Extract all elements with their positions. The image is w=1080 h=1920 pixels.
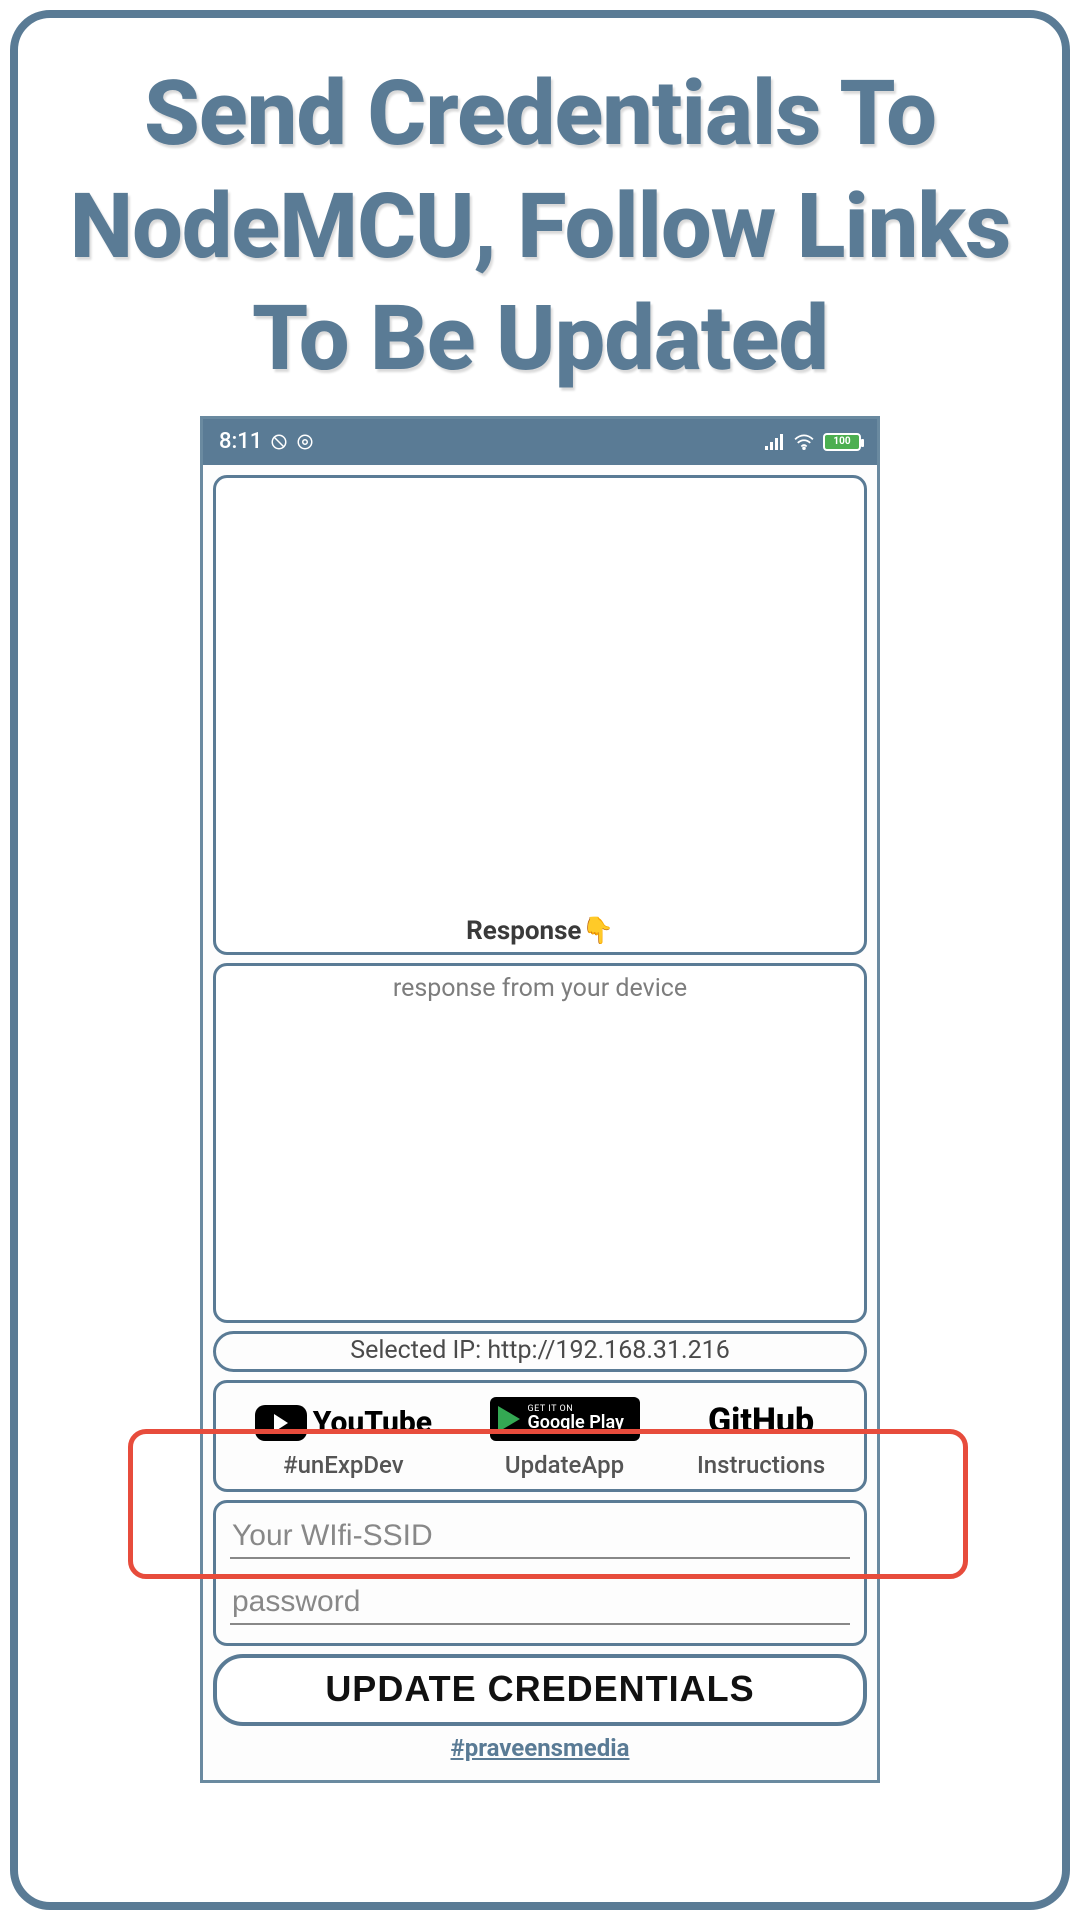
response-panel: response from your device bbox=[213, 963, 867, 1323]
response-placeholder-text: response from your device bbox=[224, 974, 856, 1003]
google-play-brand: Google Play bbox=[528, 1414, 624, 1432]
youtube-brand-text: YouTube bbox=[313, 1405, 432, 1440]
links-panel: YouTube #unExpDev GET IT ON Google Play … bbox=[213, 1380, 867, 1492]
phone-mockup: 8:11 100 Response bbox=[200, 416, 880, 1783]
google-play-link[interactable]: GET IT ON Google Play UpdateApp bbox=[490, 1397, 640, 1479]
youtube-link[interactable]: YouTube #unExpDev bbox=[255, 1405, 432, 1479]
wifi-password-input[interactable] bbox=[230, 1581, 850, 1625]
update-credentials-button[interactable]: UPDATE CREDENTIALS bbox=[213, 1654, 867, 1726]
footer-handle-link[interactable]: #praveensmedia bbox=[213, 1734, 867, 1770]
github-caption: Instructions bbox=[697, 1451, 825, 1479]
status-bar: 8:11 100 bbox=[203, 419, 877, 465]
youtube-caption: #unExpDev bbox=[283, 1451, 404, 1479]
point-down-icon: 👇 bbox=[581, 916, 613, 946]
wifi-icon bbox=[793, 434, 815, 450]
main-panel: Response👇 bbox=[213, 475, 867, 955]
phone-body: Response👇 response from your device Sele… bbox=[203, 465, 877, 1780]
signal-icon bbox=[765, 434, 785, 450]
google-play-caption: UpdateApp bbox=[505, 1451, 624, 1479]
alarm-icon bbox=[270, 433, 288, 451]
battery-icon: 100 bbox=[823, 433, 861, 451]
github-link[interactable]: GitHub Instructions bbox=[697, 1401, 825, 1479]
github-brand-text: GitHub bbox=[708, 1401, 814, 1441]
youtube-play-icon bbox=[255, 1405, 307, 1441]
dnd-icon bbox=[296, 433, 314, 451]
promo-frame: Send Credentials To NodeMCU, Follow Link… bbox=[10, 10, 1070, 1910]
status-time: 8:11 bbox=[219, 429, 262, 454]
google-play-icon bbox=[498, 1406, 520, 1432]
response-label: Response👇 bbox=[216, 916, 864, 946]
wifi-ssid-input[interactable] bbox=[230, 1515, 850, 1559]
credentials-panel bbox=[213, 1500, 867, 1646]
selected-ip-pill[interactable]: Selected IP: http://192.168.31.216 bbox=[213, 1331, 867, 1372]
headline: Send Credentials To NodeMCU, Follow Link… bbox=[48, 58, 1032, 396]
